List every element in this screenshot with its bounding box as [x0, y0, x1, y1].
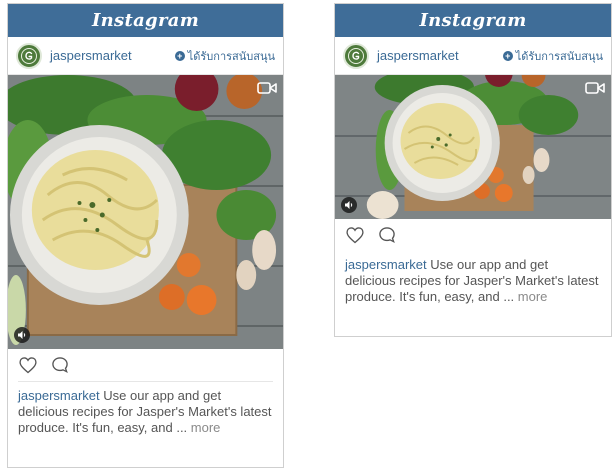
post-username[interactable]: jaspersmarket: [377, 48, 503, 63]
instagram-header-bar: Instagram: [8, 4, 283, 37]
speaker-icon: [345, 201, 353, 209]
video-camera-icon: [257, 82, 277, 94]
brand-monogram-icon: [21, 47, 37, 64]
heart-icon[interactable]: [18, 355, 38, 375]
post-media-video[interactable]: [335, 75, 611, 219]
caption-username[interactable]: jaspersmarket: [18, 388, 100, 403]
post-profile-row: jaspersmarket + ได้รับการสนับสนุน: [335, 37, 611, 75]
more-link[interactable]: more: [191, 420, 221, 435]
more-link[interactable]: more: [518, 289, 548, 304]
plus-circle-icon: +: [502, 50, 513, 61]
instagram-ad-square: Instagram jaspersmarket + ได้รับการสนับส…: [7, 3, 284, 468]
comment-icon[interactable]: [50, 355, 70, 375]
heart-icon[interactable]: [345, 225, 365, 245]
sponsored-text: ได้รับการสนับสนุน: [187, 50, 275, 63]
post-media-video[interactable]: [8, 75, 283, 349]
post-username[interactable]: jaspersmarket: [50, 48, 175, 63]
pasta-dish-image: [335, 75, 611, 219]
post-caption: jaspersmarket Use our app and get delici…: [335, 251, 611, 305]
brand-monogram-icon: [348, 47, 364, 64]
comment-icon[interactable]: [377, 225, 397, 245]
post-profile-row: jaspersmarket + ได้รับการสนับสนุน: [8, 37, 283, 75]
pasta-dish-image: [8, 75, 283, 349]
sponsored-label[interactable]: + ได้รับการสนับสนุน: [502, 47, 603, 65]
sound-toggle-button[interactable]: [14, 327, 30, 343]
plus-circle-icon: +: [174, 50, 185, 61]
instagram-logo: Instagram: [91, 10, 200, 31]
post-caption: jaspersmarket Use our app and get delici…: [8, 382, 283, 436]
sponsored-label[interactable]: + ได้รับการสนับสนุน: [174, 47, 275, 65]
sponsored-text: ได้รับการสนับสนุน: [515, 50, 603, 63]
avatar[interactable]: [16, 42, 42, 69]
speaker-icon: [18, 331, 26, 339]
instagram-header-bar: Instagram: [335, 4, 611, 37]
instagram-logo: Instagram: [419, 10, 527, 31]
post-actions: [8, 349, 283, 381]
post-actions: [335, 219, 611, 251]
avatar[interactable]: [343, 42, 369, 69]
caption-username[interactable]: jaspersmarket: [345, 257, 427, 272]
instagram-ad-landscape: Instagram jaspersmarket + ได้รับการสนับส…: [334, 3, 612, 337]
video-camera-icon: [585, 82, 605, 94]
sound-toggle-button[interactable]: [341, 197, 357, 213]
